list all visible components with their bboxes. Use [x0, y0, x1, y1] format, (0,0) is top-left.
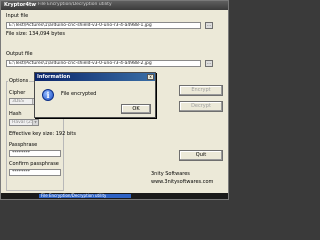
input-browse-button[interactable]: ... — [205, 22, 213, 29]
confirm-passphrase-label: Confirm passphrase — [9, 161, 59, 167]
dialog-title: Information — [37, 74, 71, 80]
window-title: Kryptor4tw — [4, 2, 36, 8]
chevron-down-icon: ▼ — [32, 120, 38, 125]
window-subtitle: - File Encryption/Decryption utility — [35, 2, 112, 7]
cipher-label: Cipher — [9, 90, 26, 96]
information-dialog: Information x i File encrypted OK — [34, 72, 156, 118]
credits-url[interactable]: www.3nitysoftwares.com — [151, 179, 213, 185]
output-browse-button[interactable]: ... — [205, 60, 213, 67]
taskbar-item[interactable]: File Encryption/Decryption utility — [39, 193, 131, 198]
taskbar-label: File Encryption/Decryption utility — [41, 193, 107, 198]
hash-select[interactable]: Haval (256 ▼ — [9, 119, 39, 126]
cipher-value: 3DES — [12, 99, 25, 104]
decrypt-button[interactable]: Decrypt — [179, 101, 223, 112]
info-icon: i — [42, 89, 54, 101]
output-file-label: Output file — [6, 51, 33, 57]
hash-label: Hash — [9, 111, 22, 117]
input-file-field[interactable]: E:\Test\Pictures\1\arduino-cnc-shield-v3… — [6, 22, 201, 29]
title-bar[interactable]: Kryptor4tw - File Encryption/Decryption … — [1, 1, 228, 10]
file-size-label: File size: 134,094 bytes — [6, 31, 65, 37]
passphrase-field[interactable]: ******** — [9, 150, 61, 157]
output-file-field[interactable]: E:\Test\Pictures\1\arduino-cnc-shield-v3… — [6, 60, 201, 67]
quit-button[interactable]: Quit — [179, 150, 223, 161]
taskbar-strip: File Encryption/Decryption utility — [1, 193, 228, 199]
key-size-label: Effective key size: 192 bits — [9, 131, 76, 137]
ok-button[interactable]: OK — [121, 104, 151, 114]
credits-name: 3nity Softwares — [151, 171, 190, 177]
input-file-label: Input file — [6, 13, 29, 19]
passphrase-label: Passphrase — [9, 142, 38, 148]
close-icon[interactable]: x — [147, 74, 154, 80]
encrypt-button[interactable]: Encrypt — [179, 85, 223, 96]
confirm-passphrase-field[interactable]: ******** — [9, 169, 61, 176]
dialog-message: File encrypted — [61, 91, 97, 97]
options-label: Options — [8, 78, 30, 84]
dialog-title-bar[interactable]: Information — [35, 73, 155, 81]
